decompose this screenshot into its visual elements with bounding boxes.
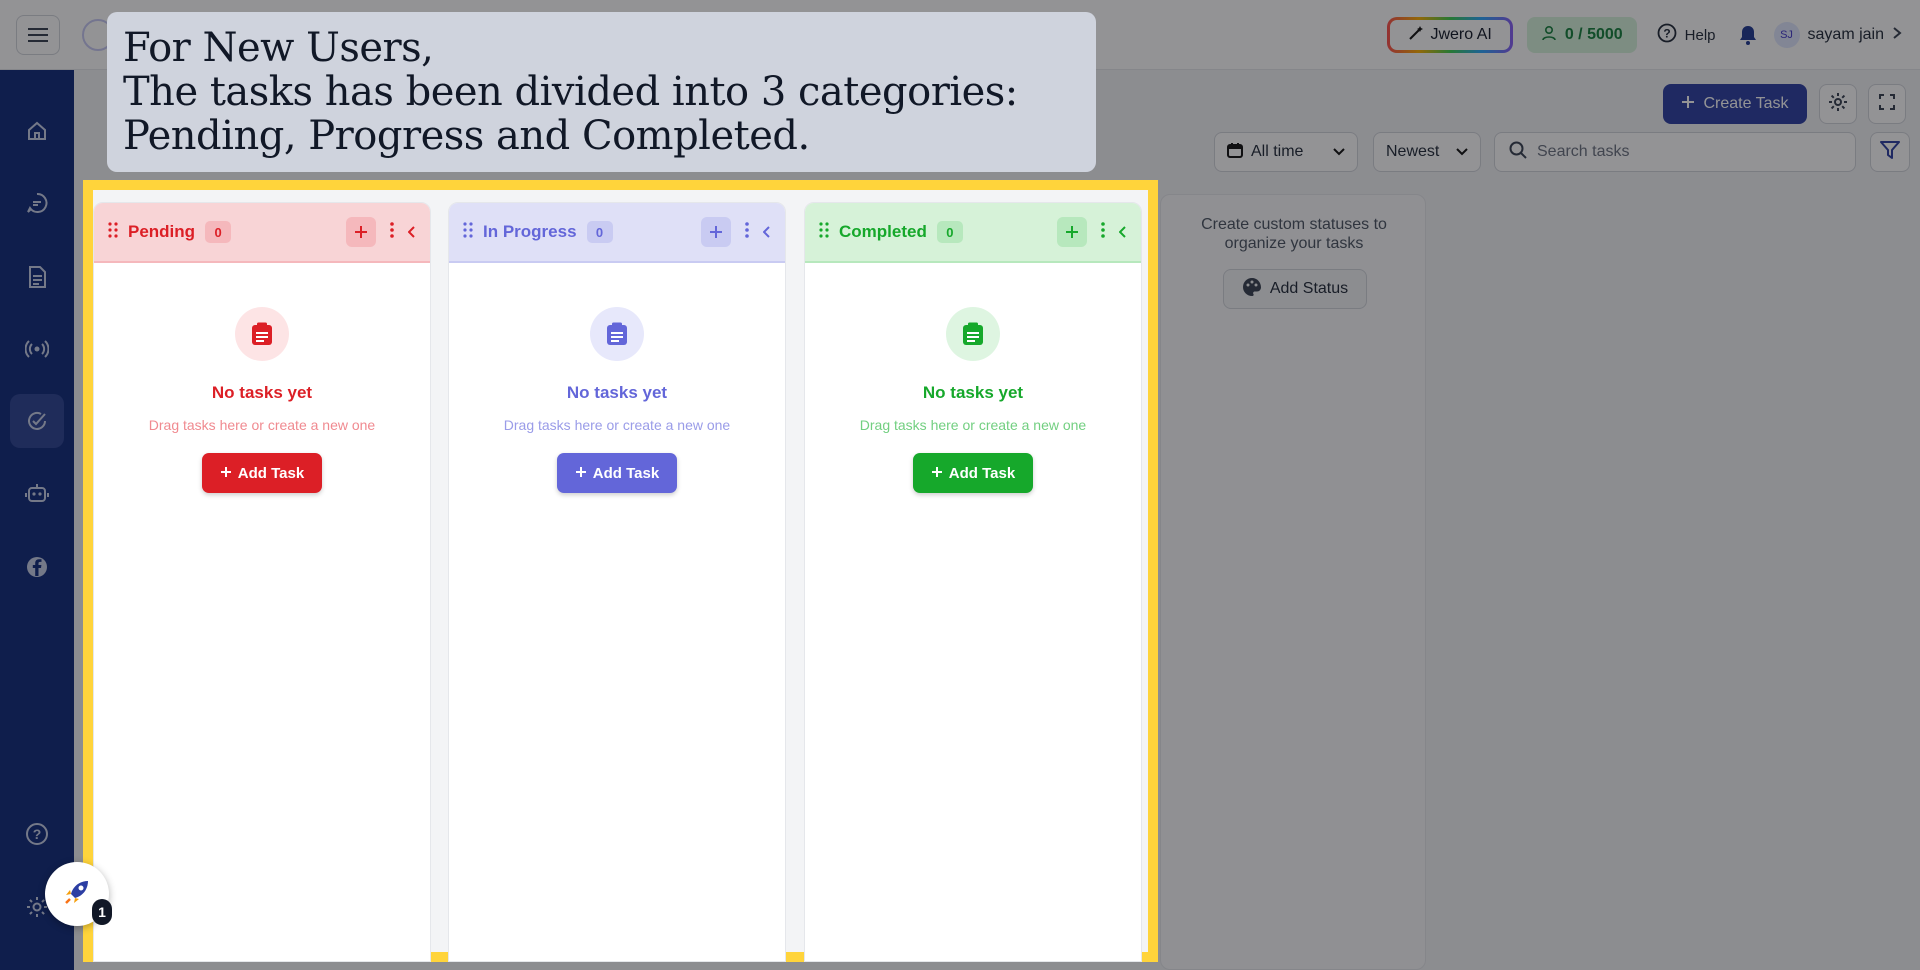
column-title: Pending [128, 222, 196, 241]
empty-title: No tasks yet [566, 383, 668, 402]
more-vertical-icon[interactable] [390, 221, 394, 243]
onboarding-highlight: Pending 0 No tasks yet Drag tasks here o… [83, 180, 1158, 962]
drag-handle-icon[interactable] [108, 221, 118, 243]
column-completed: Completed 0 No tasks yet Drag tasks here… [804, 202, 1142, 962]
empty-subtitle: Drag tasks here or create a new one [148, 417, 376, 433]
column-in-progress: In Progress 0 No tasks yet Drag tasks he… [448, 202, 786, 962]
chevron-left-icon[interactable] [762, 222, 771, 243]
empty-state: No tasks yet Drag tasks here or create a… [449, 307, 785, 493]
add-task-label: Add Task [592, 464, 660, 482]
empty-state: No tasks yet Drag tasks here or create a… [94, 307, 430, 493]
rocket-icon [62, 877, 92, 912]
tooltip-line-1: For New Users, [123, 25, 434, 71]
column-add-button[interactable] [701, 217, 731, 247]
column-header: Pending 0 [94, 203, 430, 263]
plus-icon [220, 465, 232, 482]
column-header: In Progress 0 [449, 203, 785, 263]
empty-state: No tasks yet Drag tasks here or create a… [805, 307, 1141, 493]
clipboard-icon [946, 307, 1000, 361]
chevron-left-icon[interactable] [407, 222, 416, 243]
add-task-button[interactable]: Add Task [557, 453, 677, 493]
add-task-label: Add Task [237, 464, 305, 482]
more-vertical-icon[interactable] [745, 221, 749, 243]
more-vertical-icon[interactable] [1101, 221, 1105, 243]
column-title: Completed [839, 222, 927, 241]
column-actions [701, 217, 771, 247]
add-task-label: Add Task [948, 464, 1016, 482]
column-actions [1057, 217, 1127, 247]
onboarding-tooltip: For New Users, The tasks has been divide… [107, 12, 1096, 172]
drag-handle-icon[interactable] [463, 221, 473, 243]
column-count-badge: 0 [205, 221, 232, 243]
column-count-badge: 0 [936, 221, 963, 243]
column-pending: Pending 0 No tasks yet Drag tasks here o… [93, 202, 431, 962]
add-task-button[interactable]: Add Task [202, 453, 322, 493]
onboarding-step-badge: 1 [92, 899, 112, 925]
tooltip-line-2: The tasks has been divided into 3 catego… [123, 69, 1018, 115]
column-actions [346, 217, 416, 247]
plus-icon [575, 465, 587, 482]
clipboard-icon [235, 307, 289, 361]
column-count-badge: 0 [586, 221, 613, 243]
column-title: In Progress [483, 222, 577, 241]
add-task-button[interactable]: Add Task [913, 453, 1033, 493]
column-add-button[interactable] [346, 217, 376, 247]
tooltip-line-3: Pending, Progress and Completed. [123, 113, 810, 159]
column-header: Completed 0 [805, 203, 1141, 263]
chevron-left-icon[interactable] [1118, 222, 1127, 243]
plus-icon [931, 465, 943, 482]
empty-subtitle: Drag tasks here or create a new one [503, 417, 731, 433]
empty-title: No tasks yet [922, 383, 1024, 402]
empty-subtitle: Drag tasks here or create a new one [859, 417, 1087, 433]
drag-handle-icon[interactable] [819, 221, 829, 243]
clipboard-icon [590, 307, 644, 361]
empty-title: No tasks yet [211, 383, 313, 402]
column-add-button[interactable] [1057, 217, 1087, 247]
